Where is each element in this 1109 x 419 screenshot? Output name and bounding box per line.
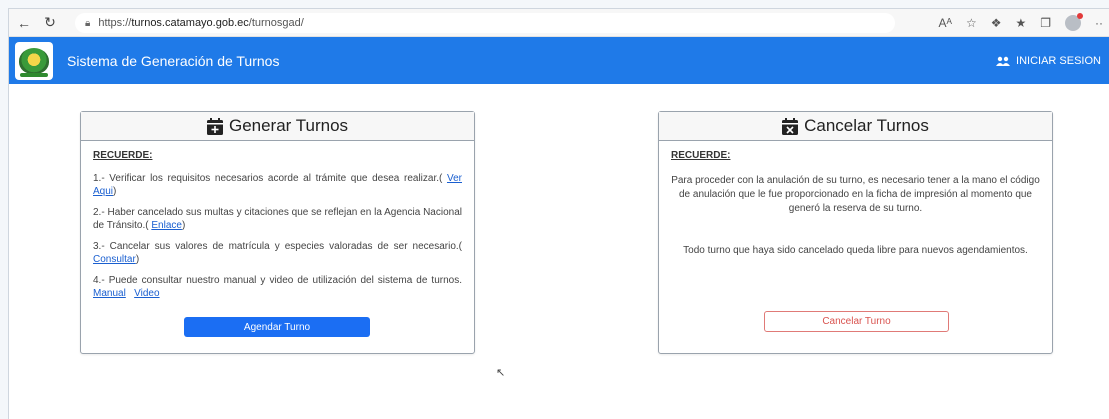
address-bar[interactable]: 🔒︎ https://turnos.catamayo.gob.ec/turnos… xyxy=(75,13,895,33)
cancelar-card-body: RECUERDE: Para proceder con la anulación… xyxy=(659,141,1052,258)
cancelar-card-header: Cancelar Turnos xyxy=(659,112,1052,141)
url-prefix: https:// xyxy=(98,17,132,29)
cancelar-recuerde-label: RECUERDE: xyxy=(671,150,731,161)
cancelar-card-title: Cancelar Turnos xyxy=(804,116,929,135)
read-aloud-icon[interactable]: Aᴬ xyxy=(938,16,951,30)
list-item: 1.- Verificar los requisitos necesarios … xyxy=(93,173,462,197)
list-item: 2.- Haber cancelado sus multas y citacio… xyxy=(93,207,462,231)
app-header: Sistema de Generación de Turnos INICIAR … xyxy=(9,37,1109,84)
url-host: turnos.catamayo.gob.ec xyxy=(131,17,249,29)
users-icon xyxy=(996,56,1011,66)
municipality-logo xyxy=(15,41,53,80)
profile-avatar[interactable] xyxy=(1065,13,1083,31)
collections-icon[interactable]: ❐ xyxy=(1040,16,1051,30)
more-icon[interactable]: ·· xyxy=(1095,16,1103,30)
lock-icon: 🔒︎ xyxy=(85,17,91,29)
generar-card-body: RECUERDE: 1.- Verificar los requisitos n… xyxy=(81,141,474,300)
cancelar-instructions: Para proceder con la anulación de su tur… xyxy=(671,175,1040,214)
generar-card-header: Generar Turnos xyxy=(81,112,474,141)
video-link[interactable]: Video xyxy=(134,288,159,299)
calendar-x-icon xyxy=(782,117,799,135)
cancelar-note: Todo turno que haya sido cancelado queda… xyxy=(683,245,1028,256)
url-path: /turnosgad/ xyxy=(248,17,304,29)
cancelar-turno-button[interactable]: Cancelar Turno xyxy=(764,311,949,332)
login-label: INICIAR SESION xyxy=(1016,54,1101,67)
browser-toolbar: ← ↻ 🔒︎ https://turnos.catamayo.gob.ec/tu… xyxy=(9,9,1109,37)
enlace-link[interactable]: Enlace xyxy=(151,220,182,231)
login-button[interactable]: INICIAR SESION xyxy=(996,37,1101,84)
calendar-plus-icon xyxy=(206,117,223,135)
manual-link[interactable]: Manual xyxy=(93,288,126,299)
favorite-add-icon[interactable]: ☆ xyxy=(966,16,977,30)
list-item: 4.- Puede consultar nuestro manual y vid… xyxy=(93,275,462,299)
favorites-icon[interactable]: ★ xyxy=(1015,16,1026,30)
browser-window: ← ↻ 🔒︎ https://turnos.catamayo.gob.ec/tu… xyxy=(8,8,1109,419)
extensions-icon[interactable]: ❖ xyxy=(991,16,1002,30)
app-title: Sistema de Generación de Turnos xyxy=(67,52,280,69)
browser-toolbar-icons: Aᴬ ☆ ❖ ★ ❐ ·· xyxy=(938,13,1103,33)
mouse-cursor-icon: ↖ xyxy=(496,367,506,379)
consultar-link[interactable]: Consultar xyxy=(93,254,136,265)
cancelar-turnos-card: Cancelar Turnos RECUERDE: Para proceder … xyxy=(658,111,1053,354)
list-item: 3.- Cancelar sus valores de matrícula y … xyxy=(93,241,462,265)
generar-recuerde-label: RECUERDE: xyxy=(93,150,153,161)
generar-card-title: Generar Turnos xyxy=(228,116,349,135)
generar-turnos-card: Generar Turnos RECUERDE: 1.- Verificar l… xyxy=(80,111,475,354)
agendar-turno-button[interactable]: Agendar Turno xyxy=(184,317,370,337)
refresh-icon[interactable]: ↻ xyxy=(39,12,61,34)
back-icon[interactable]: ← xyxy=(13,12,35,34)
